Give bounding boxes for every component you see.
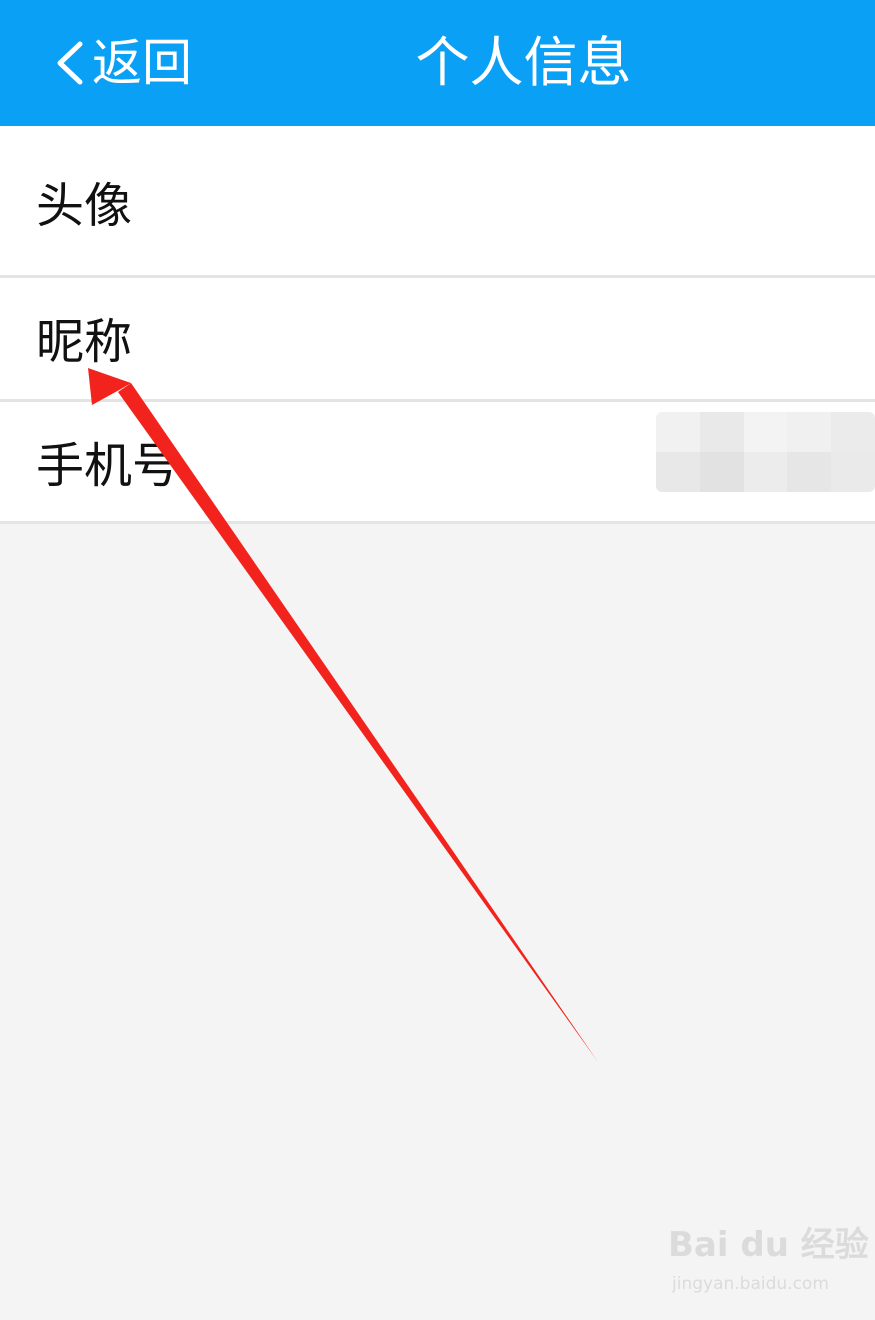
personal-info-screen: 返回 个人信息 头像 昵称 手机号 Bai du 经验 jingyan.baid… [0, 0, 875, 1320]
row-label-phone: 手机号 [36, 438, 181, 494]
page-title: 个人信息 [415, 31, 632, 94]
list-item-avatar[interactable]: 头像 [0, 126, 875, 278]
list-item-phone[interactable]: 手机号 [0, 402, 875, 524]
baidu-jingyan-watermark: Bai du 经验 jingyan.baidu.com [668, 1222, 869, 1302]
row-label-avatar: 头像 [36, 178, 133, 234]
watermark-url: jingyan.baidu.com [672, 1274, 829, 1294]
nav-bar: 返回 个人信息 [0, 0, 875, 126]
row-label-nickname: 昵称 [36, 314, 133, 370]
phone-value-blurred [656, 412, 875, 492]
list-item-nickname[interactable]: 昵称 [0, 278, 875, 402]
watermark-brand: Bai du 经验 [668, 1225, 869, 1265]
